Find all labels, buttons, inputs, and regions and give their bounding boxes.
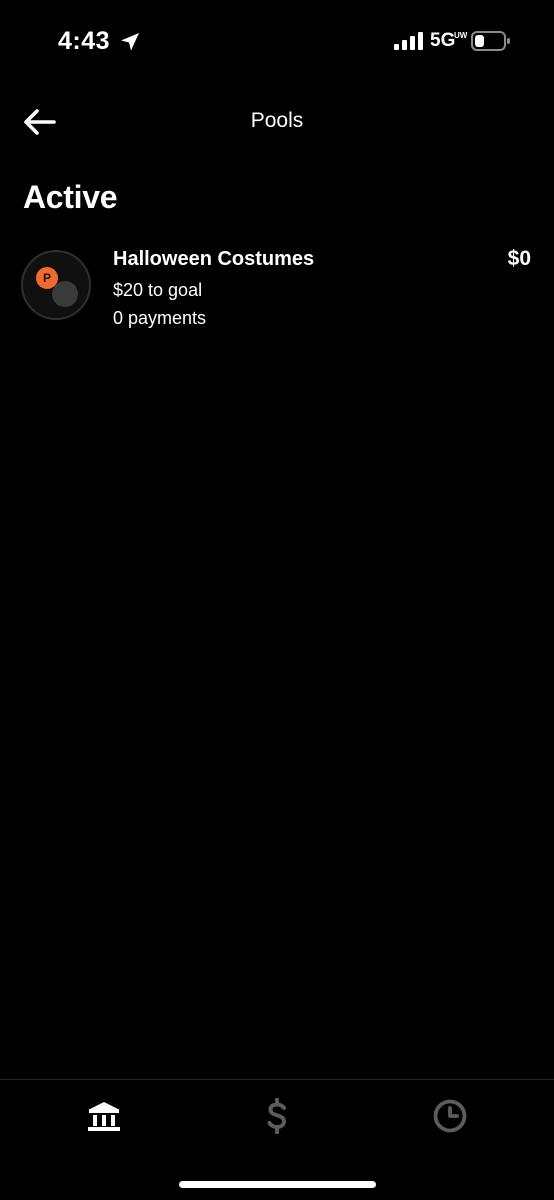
section-heading-active: Active bbox=[23, 179, 118, 215]
pool-avatar: P bbox=[21, 250, 91, 320]
home-indicator bbox=[179, 1181, 376, 1188]
network-type-label: 5G bbox=[430, 30, 456, 51]
battery-icon bbox=[471, 31, 510, 51]
status-time: 4:43 bbox=[58, 27, 111, 55]
cellular-signal-icon bbox=[394, 32, 423, 50]
nav-header: Pools bbox=[0, 96, 554, 146]
avatar-dark-dot bbox=[52, 281, 78, 307]
pool-goal-text: $20 to goal bbox=[113, 280, 203, 300]
pool-payments-text: 0 payments bbox=[113, 308, 207, 328]
pool-list-item[interactable]: P Halloween Costumes $20 to goal 0 payme… bbox=[0, 236, 554, 336]
tab-activity[interactable] bbox=[420, 1094, 480, 1138]
bank-icon bbox=[88, 1102, 120, 1131]
location-arrow-icon bbox=[121, 33, 139, 51]
avatar-initial-badge: P bbox=[36, 267, 58, 289]
pool-amount: $0 bbox=[507, 247, 531, 270]
status-bar: 4:43 5G UW bbox=[0, 0, 554, 84]
clock-icon bbox=[433, 1099, 467, 1133]
pool-name: Halloween Costumes bbox=[113, 248, 315, 270]
tab-cash[interactable] bbox=[247, 1094, 307, 1138]
tab-banking[interactable] bbox=[74, 1094, 134, 1138]
network-subtype-label: UW bbox=[454, 31, 468, 40]
dollar-icon bbox=[267, 1098, 287, 1134]
page-title: Pools bbox=[250, 109, 304, 132]
